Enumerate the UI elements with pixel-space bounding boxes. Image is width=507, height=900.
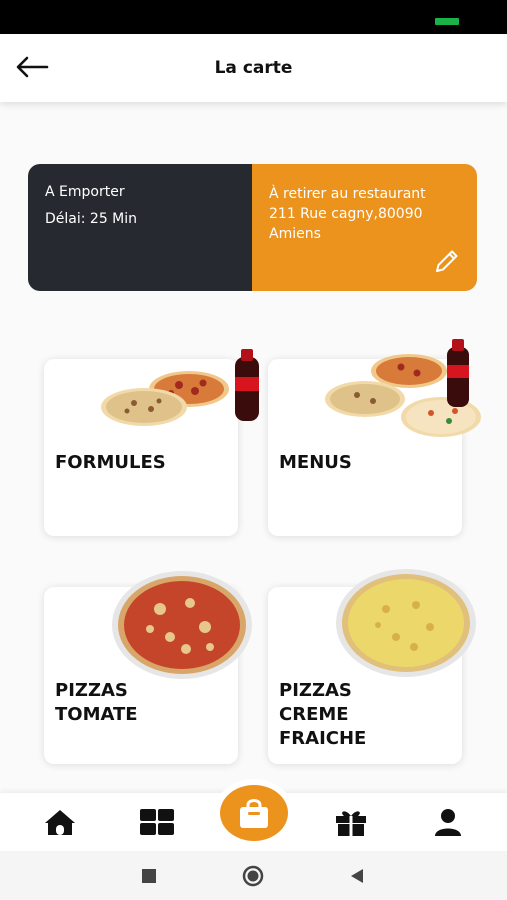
home-system-button[interactable] [242, 865, 264, 887]
user-icon [435, 809, 461, 836]
category-formules[interactable]: FORMULES [44, 349, 259, 536]
pickup-city: Amiens [269, 226, 321, 242]
shopping-bag-icon [240, 799, 268, 828]
circle-icon [242, 865, 264, 887]
formules-image [101, 349, 259, 426]
order-mode-panel: A Emporter Délai: 25 Min [28, 164, 252, 291]
nav-profile[interactable] [430, 807, 466, 837]
order-info-card: A Emporter Délai: 25 Min À retirer au re… [28, 164, 477, 291]
category-pizzas-creme-fraiche[interactable]: PIZZAS CREME FRAICHE [268, 569, 476, 764]
nav-home[interactable] [42, 807, 78, 837]
page-title: La carte [214, 58, 293, 78]
order-delay: Délai: 25 Min [45, 211, 138, 227]
status-bar [0, 0, 507, 34]
gift-icon [336, 811, 366, 836]
cart-button[interactable] [220, 785, 288, 841]
pencil-icon [436, 250, 458, 272]
pickup-panel: À retirer au restaurant 211 Rue cagny,80… [252, 164, 477, 291]
system-nav-bar [0, 851, 507, 900]
category-menus[interactable]: MENUS [268, 339, 481, 536]
pickup-title: À retirer au restaurant [269, 186, 426, 202]
category-label: PIZZAS CREME FRAICHE [279, 680, 367, 749]
category-label: PIZZAS TOMATE [55, 680, 138, 725]
home-icon [45, 810, 75, 835]
grid-icon [140, 809, 174, 835]
edit-pickup-button[interactable] [433, 247, 461, 275]
back-system-button[interactable] [346, 865, 368, 887]
square-icon [142, 869, 156, 883]
nav-gift[interactable] [333, 807, 369, 837]
triangle-back-icon [351, 869, 363, 883]
battery-icon [435, 18, 459, 25]
menus-image [325, 339, 481, 437]
pizza-tomate-image [112, 571, 252, 679]
pizza-creme-image [336, 569, 476, 677]
category-pizzas-tomate[interactable]: PIZZAS TOMATE [44, 571, 252, 764]
category-label: FORMULES [55, 452, 166, 473]
pickup-address: 211 Rue cagny,80090 [269, 206, 423, 222]
app-header: La carte [0, 34, 507, 102]
recents-button[interactable] [138, 865, 160, 887]
nav-categories[interactable] [139, 807, 175, 837]
order-mode: A Emporter [45, 184, 125, 200]
category-label: MENUS [279, 452, 352, 473]
